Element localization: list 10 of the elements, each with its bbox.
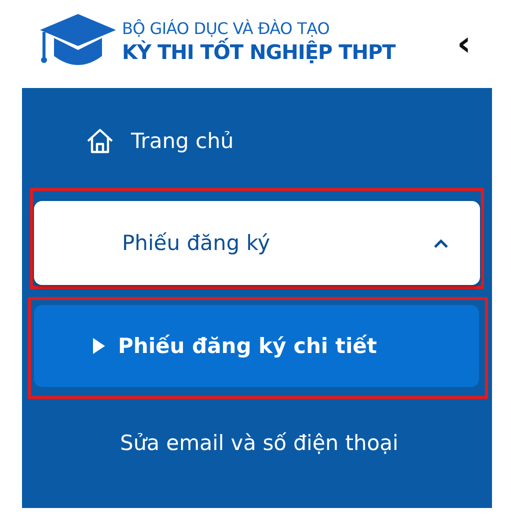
home-icon <box>85 126 115 156</box>
collapse-button[interactable]: ‹ <box>456 27 471 61</box>
menu-group[interactable]: Phiếu đăng ký <box>34 201 480 285</box>
ministry-name: BỘ GIÁO DỤC VÀ ĐÀO TẠO <box>122 18 331 38</box>
exam-title: KỲ THI TỐT NGHIỆP THPT <box>122 40 396 64</box>
submenu-item[interactable]: Phiếu đăng ký chi tiết <box>34 305 479 387</box>
submenu-item[interactable]: Sửa email và số điện thoại <box>34 402 479 484</box>
chevron-icon <box>432 237 450 249</box>
menu-item[interactable]: Trang chủ <box>33 117 481 165</box>
triangle-icon <box>92 337 106 355</box>
